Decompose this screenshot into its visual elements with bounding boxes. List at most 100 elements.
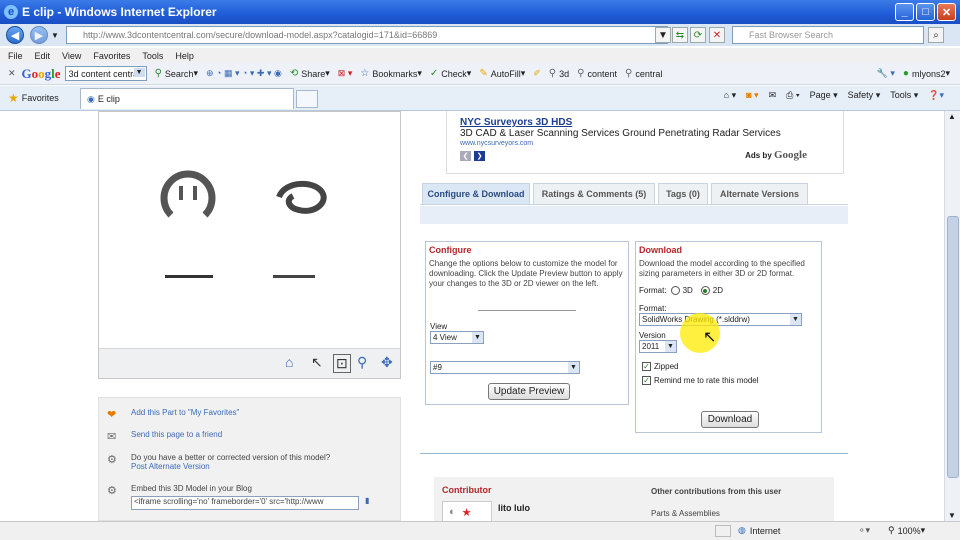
user-account[interactable]: ● mlyons2 ▾ xyxy=(903,68,950,79)
browser-tab[interactable]: ◉ E clip xyxy=(80,88,294,109)
menu-help[interactable]: Help xyxy=(175,51,194,61)
search-input[interactable]: Fast Browser Search xyxy=(732,26,924,44)
radio-2d[interactable] xyxy=(700,286,710,295)
forward-button[interactable]: ▶ xyxy=(30,26,48,44)
address-input[interactable]: http://www.3dcontentcentral.com/secure/d… xyxy=(66,26,668,44)
highlight-button[interactable]: ✐ xyxy=(533,68,541,79)
menu-favorites[interactable]: Favorites xyxy=(93,51,130,61)
term-central[interactable]: ⚲ central xyxy=(625,68,662,79)
vertical-scrollbar[interactable]: ▲ ▼ xyxy=(944,111,960,521)
maximize-icon[interactable]: □ xyxy=(916,3,935,21)
page-menu[interactable]: Page ▾ xyxy=(810,90,838,101)
configuration-select[interactable]: #9 xyxy=(430,361,580,374)
google-search-button[interactable]: ⚲ Search ▾ xyxy=(155,68,198,79)
tab-configure-download[interactable]: Configure & Download xyxy=(422,183,530,205)
autofill-button[interactable]: ✎ AutoFill ▾ xyxy=(479,68,525,79)
ad-url[interactable]: www.nycsurveyors.com xyxy=(460,140,533,147)
protected-mode-icon[interactable]: ⚬▾ xyxy=(858,525,870,536)
download-button[interactable]: Download xyxy=(701,411,759,428)
home-view-icon[interactable]: ⌂ xyxy=(285,354,293,370)
ad-title[interactable]: NYC Surveyors 3D HDS xyxy=(460,117,572,128)
check-button[interactable]: ✓ Check ▾ xyxy=(430,68,471,79)
scrollbar-thumb[interactable] xyxy=(947,216,959,478)
address-bar-row: ◀ ▶ ▼ http://www.3dcontentcentral.com/se… xyxy=(0,24,960,46)
add-favorites-link[interactable]: Add this Part to "My Favorites" xyxy=(131,408,239,417)
embed-code-field[interactable]: <iframe scrolling='no' frameborder='0' s… xyxy=(131,496,359,510)
mail-icon[interactable]: ✉ xyxy=(769,90,777,101)
menu-file[interactable]: File xyxy=(8,51,23,61)
close-window-icon[interactable]: ✕ xyxy=(937,3,956,21)
help-icon[interactable]: ❓▾ xyxy=(928,90,944,101)
tab-ratings-comments[interactable]: Ratings & Comments (5) xyxy=(533,183,655,205)
favorites-button[interactable]: ★ Favorites xyxy=(8,91,59,105)
share-button[interactable]: ⟲ Share ▾ xyxy=(290,68,330,79)
tab-alternate-versions[interactable]: Alternate Versions xyxy=(711,183,808,205)
new-tab-button[interactable] xyxy=(296,90,318,108)
copy-embed-icon[interactable]: ▮ xyxy=(365,496,369,505)
google-logo: Google xyxy=(21,65,61,81)
e-clip-front-view xyxy=(160,170,216,218)
add-favorites-row: ❤ Add this Part to "My Favorites" xyxy=(107,408,239,421)
embed-gear-icon: ⚙ xyxy=(107,485,117,497)
address-dropdown-icon[interactable]: ▼ xyxy=(655,27,671,43)
update-preview-button[interactable]: Update Preview xyxy=(488,383,570,400)
toolbar-misc-icons[interactable]: ⊕ ◔ ▦ ▾ ◔ ▾ ✚ ▾ ◉ xyxy=(206,68,282,79)
remind-checkbox[interactable]: ✓ xyxy=(642,376,651,385)
ad-next-icon[interactable]: ❯ xyxy=(474,151,485,161)
google-search-input[interactable]: 3d content central xyxy=(64,66,147,81)
viewer-toolbar: ⌂ ↖ ⊡ ⚲ ✥ xyxy=(99,348,400,378)
tools-menu[interactable]: Tools ▾ xyxy=(890,90,918,101)
stop-icon[interactable]: ✕ xyxy=(709,27,725,43)
tab-tags[interactable]: Tags (0) xyxy=(658,183,708,205)
print-icon[interactable]: ⎙ ▾ xyxy=(786,90,799,101)
search-icon[interactable]: ⌕ xyxy=(928,27,944,43)
ad-box: NYC Surveyors 3D HDS 3D CAD & Laser Scan… xyxy=(446,111,844,174)
version-select[interactable]: 2011 xyxy=(639,340,677,353)
send-friend-link[interactable]: Send this page to a friend xyxy=(131,430,222,439)
home-icon[interactable]: ⌂ ▾ xyxy=(724,90,736,101)
post-alternate-link[interactable]: Post Alternate Version xyxy=(131,462,330,471)
window-controls: _ □ ✕ xyxy=(895,3,956,21)
menu-bar: File Edit View Favorites Tools Help xyxy=(0,48,960,63)
term-3d[interactable]: ⚲ 3d xyxy=(549,68,569,79)
configure-panel: Configure Change the options below to cu… xyxy=(425,241,629,405)
back-button[interactable]: ◀ xyxy=(6,26,24,44)
menu-view[interactable]: View xyxy=(62,51,81,61)
download-panel: Download Download the model according to… xyxy=(635,241,822,433)
contributor-name[interactable]: lito lulo xyxy=(498,503,530,513)
bookmarks-button[interactable]: ☆ Bookmarks ▾ xyxy=(360,68,422,79)
zoom-window-icon[interactable]: ⊡ xyxy=(333,354,351,373)
format-select[interactable]: SolidWorks Drawing (*.slddrw) xyxy=(639,313,802,326)
refresh-icon[interactable]: ⟳ xyxy=(690,27,706,43)
ad-prev-icon[interactable]: ❮ xyxy=(460,151,471,161)
close-toolbar-icon[interactable]: ✕ xyxy=(8,68,16,79)
scroll-down-icon[interactable]: ▼ xyxy=(948,511,956,520)
safety-menu[interactable]: Safety ▾ xyxy=(848,90,881,101)
menu-tools[interactable]: Tools xyxy=(142,51,163,61)
term-content[interactable]: ⚲ content xyxy=(577,68,617,79)
feeds-icon[interactable]: ◙ ▾ xyxy=(746,90,758,101)
settings-wrench-icon[interactable]: 🔧 ▾ xyxy=(877,68,895,79)
menu-edit[interactable]: Edit xyxy=(35,51,51,61)
contributor-avatar[interactable]: ◐ ★ xyxy=(442,501,492,521)
translate-button[interactable]: ⊠ ▾ xyxy=(338,68,353,79)
globe-icon: ◍ xyxy=(738,525,746,535)
zoom-icon[interactable]: ⚲ xyxy=(357,354,367,371)
parts-assemblies-link[interactable]: Parts & Assemblies xyxy=(651,509,720,518)
scroll-up-icon[interactable]: ▲ xyxy=(948,112,956,121)
embed-row: ⚙ Embed this 3D Model in your Blog <ifra… xyxy=(107,484,369,510)
ads-by-google[interactable]: Ads by Google xyxy=(745,149,807,161)
history-dropdown-icon[interactable]: ▼ xyxy=(51,31,59,40)
model-viewer[interactable]: ⌂ ↖ ⊡ ⚲ ✥ xyxy=(98,111,401,379)
format-field-label: Format: xyxy=(639,304,667,313)
pan-icon[interactable]: ✥ xyxy=(381,354,393,371)
radio-3d[interactable] xyxy=(670,286,680,295)
minimize-icon[interactable]: _ xyxy=(895,3,914,21)
zoom-control[interactable]: ⚲ 100% ▾ xyxy=(888,525,925,536)
view-select[interactable]: 4 View xyxy=(430,331,484,344)
compat-icon[interactable]: ⇆ xyxy=(672,27,688,43)
pointer-icon[interactable]: ↖ xyxy=(311,354,323,371)
internet-zone[interactable]: ◍ Internet xyxy=(738,525,780,536)
zipped-checkbox[interactable]: ✓ xyxy=(642,362,651,371)
zoom-magnifier-icon: ⚲ xyxy=(888,525,895,535)
